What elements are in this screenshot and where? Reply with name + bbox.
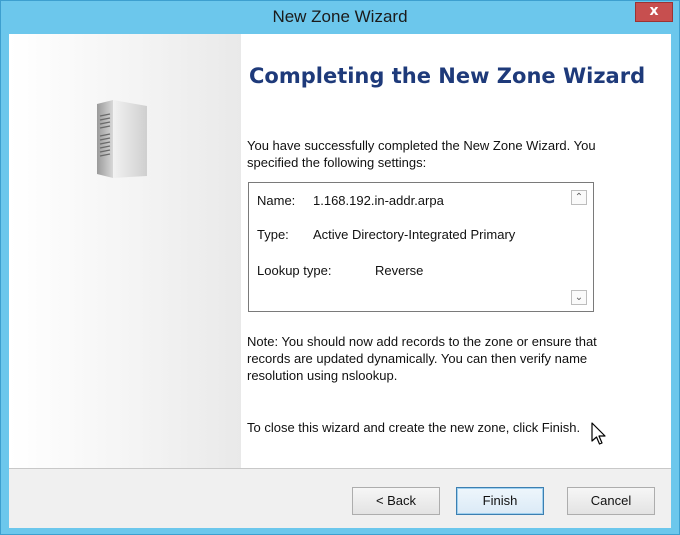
title-bar[interactable]: New Zone Wizard x: [1, 1, 679, 34]
back-button[interactable]: < Back: [352, 487, 440, 515]
scroll-up-button[interactable]: ⌃: [571, 190, 587, 205]
name-value: 1.168.192.in-addr.arpa: [313, 193, 444, 208]
note-text: Note: You should now add records to the …: [247, 334, 597, 383]
cancel-button[interactable]: Cancel: [567, 487, 655, 515]
mouse-pointer-icon: [591, 422, 606, 445]
intro-text: You have successfully completed the New …: [247, 138, 596, 170]
close-icon: x: [649, 3, 659, 19]
settings-summary-box[interactable]: Name: 1.168.192.in-addr.arpa Type: Activ…: [248, 182, 594, 312]
chevron-up-icon: ⌃: [574, 192, 584, 203]
server-tower-icon: [97, 100, 147, 178]
finish-button[interactable]: Finish: [456, 487, 544, 515]
wizard-client-area: Completing the New Zone Wizard You have …: [9, 34, 671, 528]
wizard-main-panel: Completing the New Zone Wizard You have …: [241, 34, 671, 468]
type-value: Active Directory-Integrated Primary: [313, 227, 516, 242]
chevron-down-icon: ⌄: [574, 292, 584, 303]
name-label: Name:: [257, 193, 296, 208]
close-button[interactable]: x: [635, 2, 673, 22]
wizard-window: New Zone Wizard x Completing the New Zon…: [0, 0, 680, 535]
lookup-type-label: Lookup type:: [257, 263, 332, 278]
window-title: New Zone Wizard: [272, 7, 408, 26]
side-image-panel: [9, 34, 241, 468]
button-bar: < Back Finish Cancel: [9, 469, 671, 528]
lookup-type-value: Reverse: [375, 263, 424, 278]
scroll-down-button[interactable]: ⌄: [571, 290, 587, 305]
page-title: Completing the New Zone Wizard: [249, 64, 646, 88]
type-label: Type:: [257, 227, 289, 242]
